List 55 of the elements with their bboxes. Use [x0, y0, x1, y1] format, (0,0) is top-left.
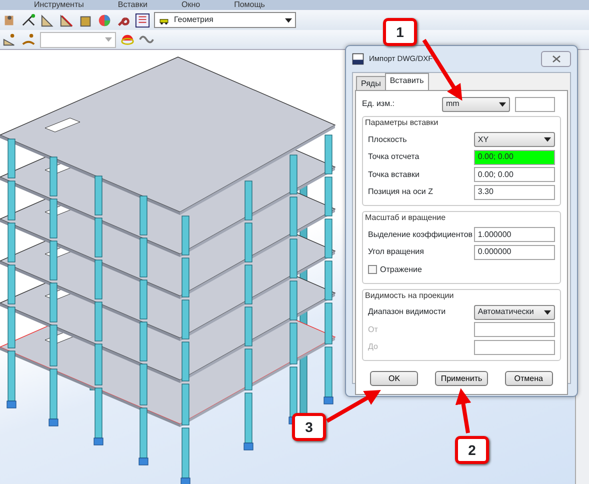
checkbox-label: Отражение — [380, 264, 422, 276]
tab[interactable]: Ряды — [356, 76, 386, 90]
field-label: Плоскость — [368, 134, 408, 146]
app-icon — [352, 53, 364, 65]
group-title: Параметры вставки — [365, 117, 440, 129]
dialog-button[interactable]: Отмена — [504, 371, 553, 386]
group-title: Масштаб и вращение — [365, 212, 447, 224]
field-label: Точка отсчета — [368, 151, 420, 164]
dropdown-value: mm — [446, 98, 460, 110]
dropdown-value: Геометрия — [174, 14, 214, 26]
color-wheel-icon[interactable] — [97, 12, 112, 28]
field-label: Позиция на оси Z — [368, 186, 434, 198]
units-dropdown[interactable]: mm — [442, 96, 510, 112]
caret-icon — [544, 310, 551, 315]
input-field[interactable]: 0.00; 0.00 — [474, 150, 555, 165]
caret-icon — [544, 137, 551, 142]
field-label: Диапазон видимости — [368, 306, 447, 318]
callout-number: 2 — [455, 436, 489, 464]
field-label: Ед. изм.: — [362, 98, 396, 110]
field-label: От — [368, 324, 379, 336]
caret-icon — [499, 102, 506, 106]
menu-item[interactable]: Помощь — [234, 1, 265, 9]
caret-icon — [105, 37, 112, 42]
crossed-ruler-icon[interactable] — [59, 12, 74, 28]
dialog-button[interactable]: Применить — [434, 371, 488, 386]
group-title: Видимость на проекции — [365, 290, 455, 302]
dialog-button[interactable]: OK — [370, 371, 418, 386]
input-field[interactable] — [515, 96, 555, 112]
callout-number: 3 — [292, 413, 326, 441]
input-field[interactable]: 1.000000 — [474, 227, 555, 242]
field-label: Выделение коэффициентов — [368, 228, 474, 241]
input-field[interactable]: 0.00; 0.00 — [474, 167, 555, 182]
branch-icon[interactable] — [21, 12, 36, 28]
menu-item[interactable]: Окно — [181, 1, 200, 9]
dropdown[interactable]: XY — [474, 132, 555, 148]
tab[interactable]: Вставить — [384, 73, 429, 90]
field-label: Угол вращения — [368, 246, 425, 258]
menu-item[interactable]: Вставки — [118, 1, 148, 9]
caret-icon — [285, 18, 292, 22]
half-disc-icon[interactable] — [120, 32, 135, 47]
field-label: До — [368, 341, 379, 354]
field-label: Точка вставки — [368, 168, 420, 181]
callout-number: 1 — [383, 18, 417, 46]
arrow — [455, 388, 472, 434]
dropdown[interactable]: Автоматически — [474, 304, 555, 320]
input-field[interactable]: 3.30 — [474, 184, 555, 200]
input-field[interactable]: 0.000000 — [474, 244, 555, 260]
arrow — [326, 390, 381, 423]
checkbox[interactable] — [368, 265, 377, 274]
layer-dropdown[interactable]: Геометрия — [154, 12, 296, 28]
table-icon[interactable] — [135, 12, 150, 28]
menu-item[interactable]: Инструменты — [34, 1, 84, 9]
close-button[interactable] — [541, 51, 571, 67]
close-icon — [552, 54, 560, 63]
triangle-ruler-icon[interactable] — [40, 12, 55, 28]
